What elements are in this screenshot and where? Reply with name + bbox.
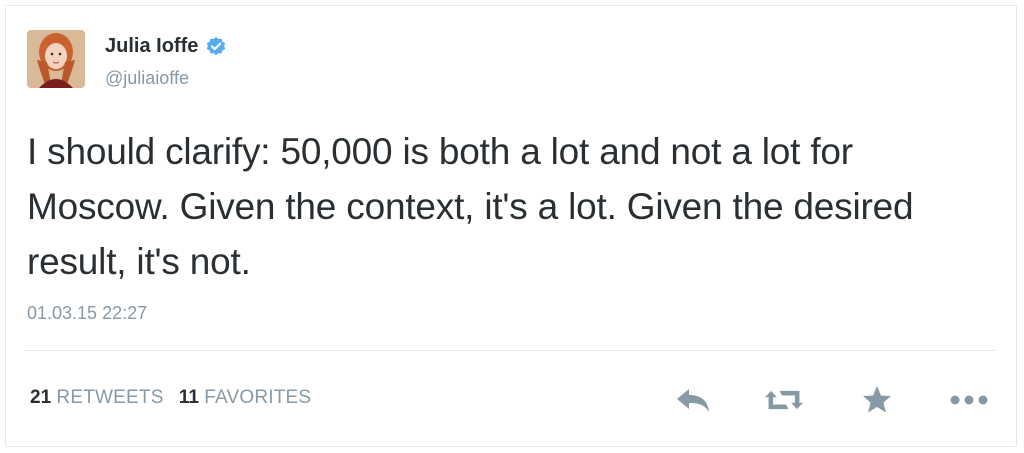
favorite-button[interactable] bbox=[857, 380, 897, 420]
user-handle[interactable]: @juliaioffe bbox=[105, 68, 189, 89]
favorite-star-icon bbox=[863, 386, 891, 413]
retweet-button[interactable] bbox=[764, 380, 804, 420]
more-icon bbox=[950, 395, 988, 405]
avatar-image bbox=[27, 30, 85, 88]
reply-button[interactable] bbox=[673, 380, 713, 420]
name-row: Julia Ioffe bbox=[105, 35, 227, 58]
verified-badge-icon bbox=[205, 36, 227, 58]
tweet-text: I should clarify: 50,000 is both a lot a… bbox=[27, 131, 914, 282]
avatar[interactable] bbox=[27, 30, 85, 88]
display-name[interactable]: Julia Ioffe bbox=[105, 35, 198, 58]
divider bbox=[25, 350, 996, 351]
more-button[interactable] bbox=[949, 380, 989, 420]
tweet-timestamp[interactable]: 01.03.15 22:27 bbox=[27, 303, 147, 324]
reply-icon bbox=[677, 389, 709, 412]
tweet-actions bbox=[0, 380, 1024, 420]
retweet-icon bbox=[764, 390, 804, 410]
